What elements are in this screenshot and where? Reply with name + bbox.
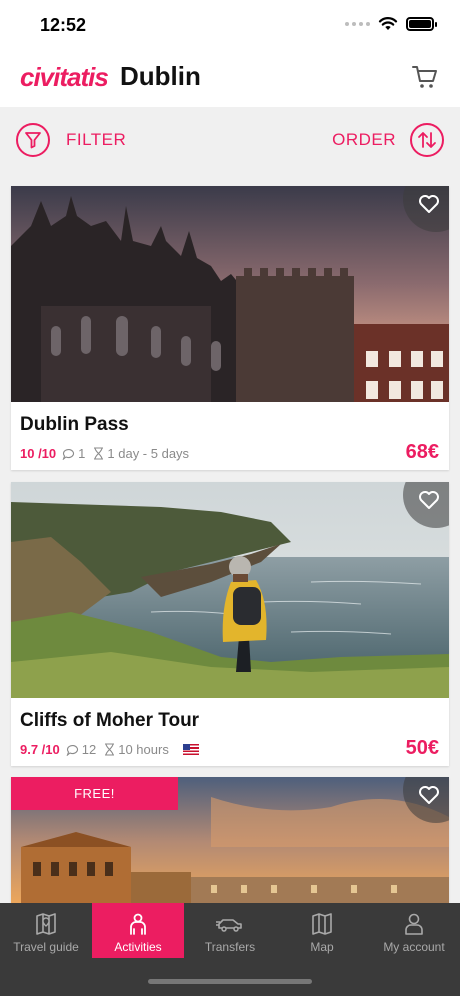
status-time: 12:52 (40, 15, 87, 35)
activity-title: Cliffs of Moher Tour (20, 710, 200, 731)
heart-icon (419, 195, 439, 213)
comment-icon (66, 744, 78, 756)
activity-info: Cliffs of Moher Tour 9.7 /10 12 10 hours… (11, 698, 449, 766)
cart-icon[interactable] (412, 64, 438, 90)
comment-icon (62, 448, 75, 460)
person-icon (130, 913, 146, 935)
car-icon (216, 919, 242, 932)
brand-logo[interactable]: civitatis (20, 62, 109, 93)
filter-button[interactable]: FILTER (16, 123, 126, 157)
activity-card[interactable]: FREE! (11, 777, 449, 907)
sort-arrows-icon (410, 123, 444, 157)
page-title: Dublin (120, 61, 201, 91)
filter-label: FILTER (66, 130, 127, 149)
tab-activities[interactable]: Activities (92, 903, 184, 958)
tab-transfers[interactable]: Transfers (184, 903, 276, 958)
hourglass-icon (105, 743, 115, 756)
free-badge: FREE! (11, 777, 178, 810)
status-bar: 12:52 (0, 0, 460, 50)
tab-travel-guide[interactable]: Travel guide (0, 903, 92, 958)
status-icons (345, 16, 437, 31)
duration: 10 hours (118, 742, 169, 757)
heart-icon (419, 491, 439, 509)
home-indicator[interactable] (148, 979, 312, 984)
activity-title: Dublin Pass (20, 414, 129, 435)
map-icon (312, 913, 332, 935)
tab-label: Map (310, 940, 334, 954)
filter-icon (16, 123, 50, 157)
tab-my-account[interactable]: My account (368, 903, 460, 958)
activity-image[interactable] (11, 482, 449, 698)
price: 50€ (405, 737, 439, 759)
user-icon (405, 913, 423, 935)
activity-card[interactable]: Dublin Pass 10 /10 1 1 day - 5 days 68€ (11, 186, 449, 470)
screen: 12:52 civitatis Dublin FILTER ORDER Dubl… (0, 0, 460, 996)
tab-map[interactable]: Map (276, 903, 368, 958)
rating: 10 /10 (20, 446, 57, 461)
tab-label: Transfers (204, 940, 256, 954)
duration: 1 day - 5 days (107, 446, 190, 461)
heart-icon (419, 786, 439, 804)
tab-label: My account (383, 940, 445, 954)
activity-card[interactable]: Cliffs of Moher Tour 9.7 /10 12 10 hours… (11, 482, 449, 766)
review-count: 12 (81, 742, 97, 757)
order-label: ORDER (332, 130, 396, 149)
filter-bar: FILTER ORDER (0, 107, 460, 177)
activity-info: Dublin Pass 10 /10 1 1 day - 5 days 68€ (11, 402, 449, 470)
battery-icon (406, 16, 437, 31)
activity-meta: 9.7 /10 12 10 hours (20, 742, 199, 757)
map-book-icon (36, 913, 56, 935)
wifi-icon (378, 17, 398, 30)
tab-label: Activities (114, 940, 162, 954)
activity-image[interactable]: FREE! (11, 777, 449, 907)
price: 68€ (405, 441, 439, 463)
order-button[interactable]: ORDER (332, 123, 444, 157)
activity-image[interactable] (11, 186, 449, 402)
activity-meta: 10 /10 1 1 day - 5 days (20, 446, 189, 461)
us-flag-icon (182, 744, 199, 755)
rating: 9.7 /10 (20, 742, 60, 757)
header: civitatis Dublin (0, 50, 460, 107)
review-count: 1 (78, 446, 86, 461)
hourglass-icon (94, 447, 104, 460)
signal-dots-icon (345, 21, 370, 26)
tab-label: Travel guide (13, 940, 79, 954)
